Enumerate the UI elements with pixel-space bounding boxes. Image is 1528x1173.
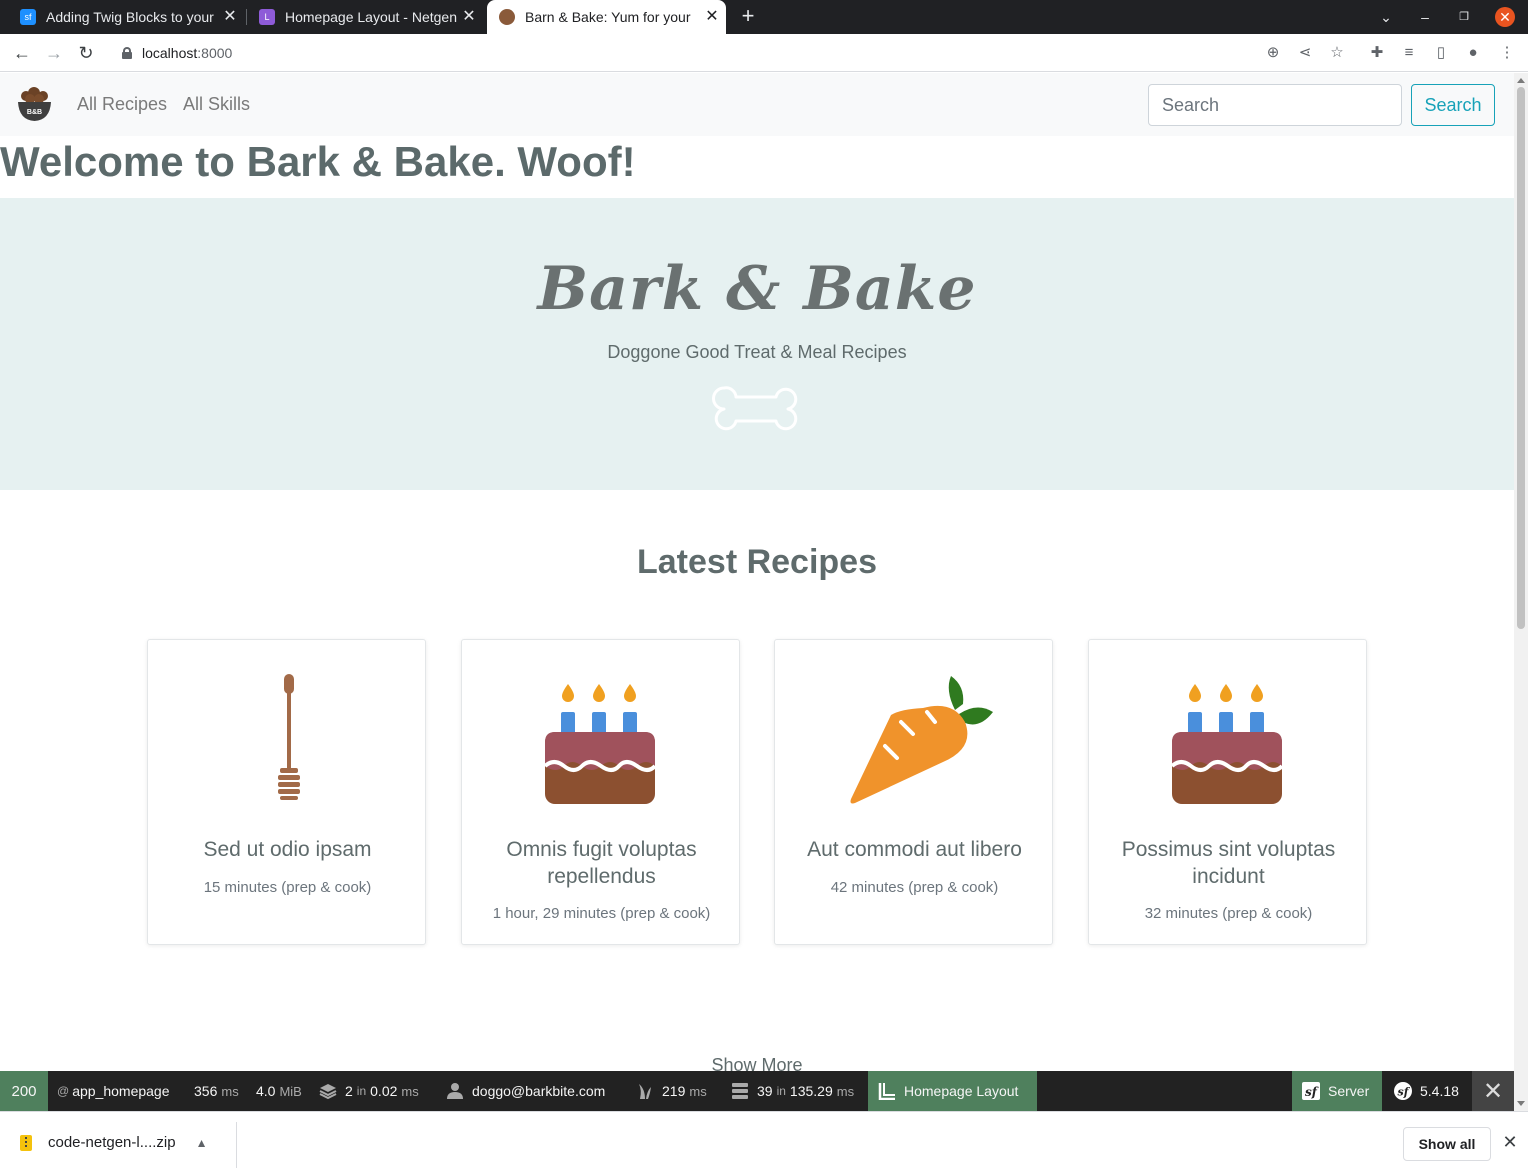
recipe-time: 15 minutes (prep & cook) [203,879,372,896]
chrome-menu-icon[interactable]: ⋮ [1497,43,1517,63]
share-icon[interactable]: ⋖ [1295,43,1315,63]
page-viewport: B&B All Recipes All Skills Search Search… [0,73,1514,1071]
scroll-up-arrow-icon[interactable] [1517,78,1525,83]
recipe-time: 32 minutes (prep & cook) [1144,905,1313,922]
browser-tab-twig-blocks[interactable]: sf Adding Twig Blocks to your ✕ [8,0,244,34]
lock-icon [122,47,132,59]
side-panel-icon[interactable]: ▯ [1431,43,1451,63]
route-panel[interactable]: @ app_homepage [57,1071,170,1111]
nav-all-recipes-link[interactable]: All Recipes [77,94,167,115]
download-separator [236,1122,237,1168]
hero-subtitle: Doggone Good Treat & Meal Recipes [607,342,907,362]
browser-tab-strip: sf Adding Twig Blocks to your ✕ L Homepa… [0,0,1528,34]
cache-panel[interactable]: 2 in 0.02 ms [319,1071,419,1111]
recipe-title: Omnis fugit voluptas repellendus [506,838,697,888]
close-toolbar-icon[interactable]: ✕ [1472,1071,1514,1111]
at-sign-icon: @ [57,1084,70,1098]
symfonycasts-favicon: sf [20,9,36,25]
hero-banner: Bark & Bake Doggone Good Treat & Meal Re… [0,198,1514,490]
recipe-title: Aut commodi aut libero [807,838,1022,861]
browser-tab-bark-bake[interactable]: Barn & Bake: Yum for your ✕ [487,0,726,34]
url-port: :8000 [197,45,233,61]
bark-bake-favicon [499,9,515,25]
netgen-layouts-icon [878,1083,895,1100]
zip-file-icon [20,1134,32,1151]
layers-icon [319,1084,337,1100]
symfony-logo-icon: sf [1394,1082,1412,1100]
birthday-cake-icon [543,684,657,804]
tab-close-icon[interactable]: ✕ [461,9,477,25]
recipe-card[interactable]: Omnis fugit voluptas repellendus 1 hour,… [461,639,740,945]
recipe-card[interactable]: Possimus sint voluptas incidunt 32 minut… [1088,639,1367,945]
site-navbar: B&B All Recipes All Skills Search Search [0,73,1514,136]
address-bar[interactable]: localhost:8000 [108,37,1358,69]
profile-avatar-icon[interactable]: ● [1463,43,1483,63]
database-panel[interactable]: 39 in 135.29 ms [731,1071,854,1111]
reload-icon[interactable]: ↻ [75,42,97,64]
show-more-link[interactable]: Show More [0,1055,1514,1071]
netgen-layout-panel[interactable]: Homepage Layout [868,1071,1037,1111]
recipe-card[interactable]: Sed ut odio ipsam 15 minutes (prep & coo… [147,639,426,945]
chevron-up-icon[interactable]: ▲ [196,1136,208,1150]
search-button[interactable]: Search [1411,84,1495,126]
recipe-time: 1 hour, 29 minutes (prep & cook) [492,905,711,922]
twig-panel[interactable]: 219 ms [636,1071,707,1111]
carrot-icon [850,676,993,804]
symfony-logo-icon: sf [1302,1082,1320,1100]
browser-tab-homepage-layout[interactable]: L Homepage Layout - Netgen ✕ [247,0,483,34]
user-icon [447,1083,463,1099]
request-time-panel[interactable]: 356 ms [194,1071,239,1111]
close-download-bar-icon[interactable]: ✕ [1501,1132,1519,1152]
server-panel[interactable]: sf Server [1292,1071,1382,1111]
show-all-downloads-button[interactable]: Show all [1403,1127,1491,1161]
download-bar: code-netgen-l....zip ▲ Show all ✕ [0,1111,1528,1173]
url-host: localhost [142,45,198,61]
nav-all-skills-link[interactable]: All Skills [183,94,250,115]
bark-bake-logo[interactable]: B&B [17,86,52,123]
tab-close-icon[interactable]: ✕ [704,9,720,25]
tab-search-chevron-icon[interactable]: ⌄ [1376,7,1396,27]
hero-title: Bark & Bake [537,254,977,324]
status-code-badge[interactable]: 200 [0,1071,48,1111]
latest-recipes-heading: Latest Recipes [637,543,877,581]
memory-panel[interactable]: 4.0 MiB [256,1071,302,1111]
symfony-debug-toolbar: 200 @ app_homepage 356 ms 4.0 MiB 2 in 0.02 ms… [0,1071,1514,1111]
tab-close-icon[interactable]: ✕ [222,9,238,25]
recipe-title: Possimus sint voluptas incidunt [1121,838,1336,888]
dog-bone-icon [712,386,798,431]
honey-dipper-icon [278,674,300,800]
download-item[interactable]: code-netgen-l....zip ▲ [20,1134,207,1151]
recipe-title: Sed ut odio ipsam [203,838,372,861]
restore-window-icon[interactable]: ❐ [1454,7,1474,27]
netgen-layouts-favicon: L [259,9,275,25]
page-scrollbar[interactable] [1514,73,1528,1111]
browser-toolbar: ← → ↻ localhost:8000 ⊕ ⋖ ☆ ✚ ≡ ▯ ● ⋮ [0,34,1528,72]
recipe-time: 42 minutes (prep & cook) [830,879,999,896]
welcome-heading: Welcome to Bark & Bake. Woof! [0,138,636,185]
minimize-window-icon[interactable]: – [1415,7,1435,27]
zoom-icon[interactable]: ⊕ [1263,43,1283,63]
forward-arrow-icon[interactable]: → [43,42,65,64]
database-icon [732,1083,748,1099]
media-controls-icon[interactable]: ≡ [1399,43,1419,63]
back-arrow-icon[interactable]: ← [11,42,33,64]
twig-leaf-icon [639,1084,651,1099]
extensions-puzzle-icon[interactable]: ✚ [1367,43,1387,63]
search-input[interactable]: Search [1148,84,1402,126]
symfony-version-panel[interactable]: sf 5.4.18 [1382,1071,1472,1111]
birthday-cake-icon [1170,684,1284,804]
bookmark-star-icon[interactable]: ☆ [1327,43,1347,63]
recipe-card[interactable]: Aut commodi aut libero 42 minutes (prep … [774,639,1053,945]
svg-text:B&B: B&B [27,109,42,116]
scrollbar-thumb[interactable] [1517,87,1525,629]
new-tab-plus-icon[interactable]: + [738,5,758,27]
svg-text:sf: sf [1305,1085,1319,1099]
close-window-icon[interactable]: ✕ [1495,7,1515,27]
security-user-panel[interactable]: doggo@barkbite.com [446,1071,605,1111]
scroll-down-arrow-icon[interactable] [1517,1101,1525,1106]
